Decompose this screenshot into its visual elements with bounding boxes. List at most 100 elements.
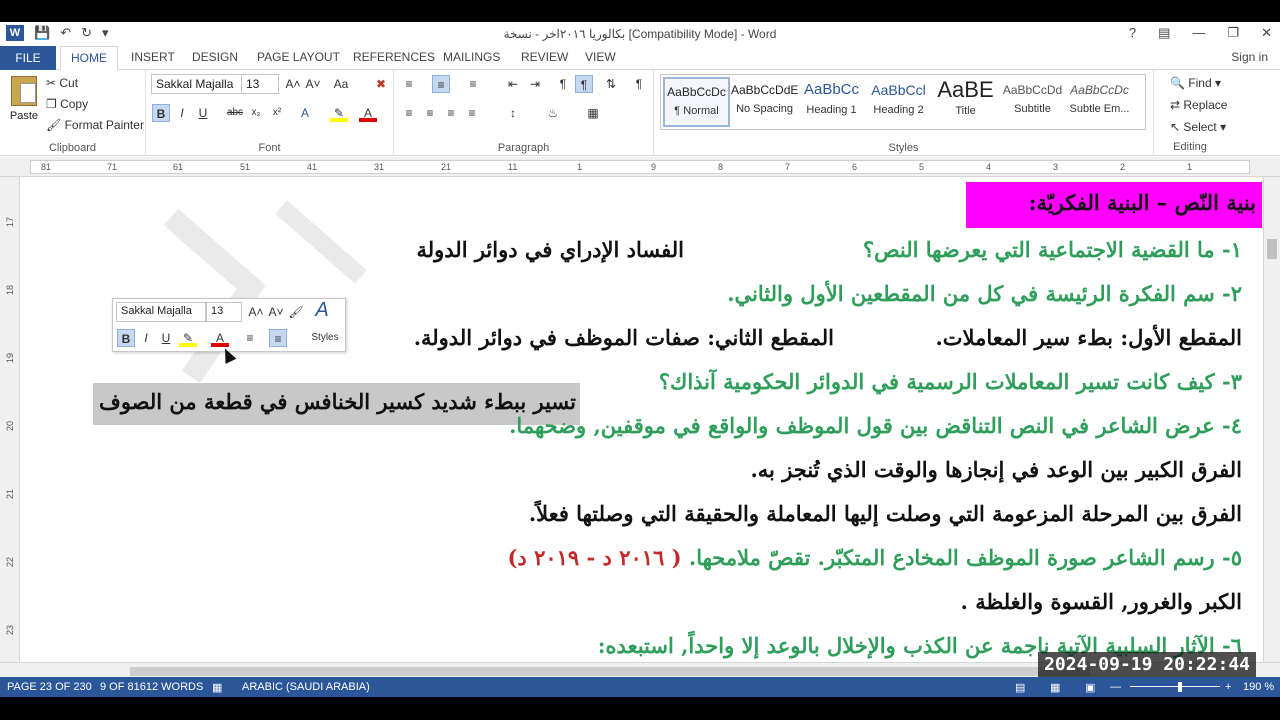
superscript-icon[interactable]: x² bbox=[268, 104, 286, 122]
question-1: ١- ما القضية الاجتماعية التي يعرضها النص… bbox=[863, 237, 1242, 262]
replace-button[interactable]: ⇄ Replace bbox=[1170, 98, 1227, 112]
numbering-icon[interactable]: ≡ bbox=[432, 75, 450, 93]
print-layout-icon[interactable]: ▦ bbox=[1050, 681, 1060, 694]
zoom-slider-thumb[interactable] bbox=[1178, 682, 1182, 692]
mini-styles-icon[interactable]: A bbox=[313, 300, 331, 320]
style-no-spacing[interactable]: AaBbCcDdE No Spacing bbox=[731, 77, 798, 127]
paste-button[interactable]: Paste bbox=[8, 76, 40, 122]
vertical-scrollbar[interactable] bbox=[1263, 177, 1280, 662]
close-icon[interactable]: ✕ bbox=[1261, 25, 1272, 41]
tab-home[interactable]: HOME bbox=[60, 46, 118, 71]
mini-styles-label[interactable]: Styles bbox=[307, 329, 343, 347]
align-right-icon[interactable]: ≡ bbox=[442, 104, 460, 122]
sign-in-link[interactable]: Sign in bbox=[1231, 50, 1268, 64]
question-4: ٤- عرض الشاعر في النص التناقض بين قول ال… bbox=[509, 413, 1242, 438]
word-window: W 💾 ↶ ↻ ▾ بكالوريا ٢٠١٦اخر - نسخة [Compa… bbox=[0, 22, 1280, 697]
mini-format-painter-icon[interactable]: 🖌 bbox=[287, 303, 305, 321]
zoom-in-icon[interactable]: + bbox=[1225, 681, 1231, 693]
find-button[interactable]: 🔍 Find ▾ bbox=[1170, 76, 1221, 90]
question-3: ٣- كيف كانت تسير المعاملات الرسمية في ال… bbox=[658, 369, 1242, 394]
ruler-track[interactable]: 81 71 61 51 41 31 21 11 1 9 8 7 6 5 4 3 … bbox=[30, 160, 1250, 174]
mini-bullets-icon[interactable]: ≡ bbox=[241, 329, 259, 347]
highlight-icon[interactable]: ✎ bbox=[330, 104, 348, 122]
web-layout-icon[interactable]: ▣ bbox=[1085, 681, 1095, 694]
borders-icon[interactable]: ▦ bbox=[584, 104, 602, 122]
mini-bold-button[interactable]: B bbox=[117, 329, 135, 347]
style-subtitle[interactable]: AaBbCcDd Subtitle bbox=[999, 77, 1066, 127]
line-spacing-icon[interactable]: ↕ bbox=[504, 104, 522, 122]
tab-mailings[interactable]: MAILINGS bbox=[443, 50, 500, 64]
paragraph-label: Paragraph bbox=[497, 142, 550, 154]
mini-shrink-font-icon[interactable]: A˅ bbox=[267, 303, 285, 321]
mini-highlight-icon[interactable]: ✎ bbox=[179, 329, 197, 347]
copy-button[interactable]: ❐ Copy bbox=[46, 97, 88, 111]
mini-font-color-icon[interactable]: A bbox=[211, 329, 229, 347]
cut-button[interactable]: ✂ Cut bbox=[46, 76, 78, 90]
decrease-indent-icon[interactable]: ⇤ bbox=[504, 75, 522, 93]
shading-icon[interactable]: ♨ bbox=[544, 104, 562, 122]
strikethrough-icon[interactable]: abc bbox=[226, 104, 244, 122]
italic-button[interactable]: I bbox=[173, 104, 191, 122]
answer-3-selected[interactable]: تسير ببطء شديد كسير الخنافس في قطعة من ا… bbox=[93, 383, 580, 425]
mini-font-select[interactable]: Sakkal Majalla bbox=[116, 302, 206, 322]
proofing-icon[interactable]: ▦ bbox=[212, 681, 222, 694]
clear-formatting-icon[interactable]: ✖ bbox=[372, 75, 390, 93]
mini-size-select[interactable]: 13 bbox=[206, 302, 242, 322]
tab-review[interactable]: REVIEW bbox=[521, 50, 568, 64]
style-title[interactable]: AaBE Title bbox=[932, 77, 999, 127]
rtl-icon[interactable]: ¶ bbox=[575, 75, 593, 93]
underline-button[interactable]: U bbox=[194, 104, 212, 122]
document-page[interactable]: بنية النّص – البنية الفكريّة: ١- ما القض… bbox=[21, 177, 1262, 662]
text-effects-icon[interactable]: A bbox=[296, 104, 314, 122]
grow-font-icon[interactable]: A˄ bbox=[284, 75, 302, 93]
select-button[interactable]: ↖ Select ▾ bbox=[1170, 120, 1226, 134]
sort-icon[interactable]: ⇅ bbox=[602, 75, 620, 93]
vertical-ruler: 17 18 19 20 21 22 23 bbox=[0, 177, 20, 662]
vertical-scroll-thumb[interactable] bbox=[1267, 239, 1277, 259]
tab-file[interactable]: FILE bbox=[0, 46, 56, 70]
bullets-icon[interactable]: ≡ bbox=[400, 75, 418, 93]
mini-underline-button[interactable]: U bbox=[157, 329, 175, 347]
show-marks-icon[interactable]: ¶ bbox=[630, 75, 648, 93]
style-heading-2[interactable]: AaBbCcl Heading 2 bbox=[865, 77, 932, 127]
increase-indent-icon[interactable]: ⇥ bbox=[526, 75, 544, 93]
zoom-out-icon[interactable]: — bbox=[1110, 681, 1121, 693]
bold-button[interactable]: B bbox=[152, 104, 170, 122]
style-heading-1[interactable]: AaBbCc Heading 1 bbox=[798, 77, 865, 127]
mini-numbering-icon[interactable]: ≡ bbox=[269, 329, 287, 347]
language-indicator[interactable]: ARABIC (SAUDI ARABIA) bbox=[242, 681, 370, 693]
mini-italic-button[interactable]: I bbox=[137, 329, 155, 347]
font-size-select[interactable]: 13 bbox=[241, 74, 279, 94]
zoom-level[interactable]: 190 % bbox=[1243, 681, 1274, 693]
ribbon-display-icon[interactable]: ▤ bbox=[1158, 25, 1170, 41]
help-icon[interactable]: ? bbox=[1129, 25, 1136, 41]
justify-icon[interactable]: ≡ bbox=[463, 104, 481, 122]
mini-grow-font-icon[interactable]: A˄ bbox=[247, 303, 265, 321]
horizontal-scroll-thumb[interactable] bbox=[130, 667, 1090, 676]
font-name-select[interactable]: Sakkal Majalla bbox=[151, 74, 243, 94]
tab-insert[interactable]: INSERT bbox=[131, 50, 175, 64]
tab-page-layout[interactable]: PAGE LAYOUT bbox=[257, 50, 340, 64]
word-count[interactable]: 9 OF 81612 WORDS bbox=[100, 681, 203, 693]
read-mode-icon[interactable]: ▤ bbox=[1015, 681, 1025, 694]
style-subtle-emphasis[interactable]: AaBbCcDc Subtle Em... bbox=[1066, 77, 1133, 127]
tab-references[interactable]: REFERENCES bbox=[353, 50, 435, 64]
page-count[interactable]: PAGE 23 OF 230 bbox=[7, 681, 92, 693]
change-case-button[interactable]: Aa bbox=[329, 75, 353, 93]
tab-view[interactable]: VIEW bbox=[585, 50, 616, 64]
ltr-icon[interactable]: ¶ bbox=[554, 75, 572, 93]
restore-icon[interactable]: ❐ bbox=[1227, 25, 1239, 41]
font-color-icon[interactable]: A bbox=[359, 104, 377, 122]
shrink-font-icon[interactable]: A˅ bbox=[304, 75, 322, 93]
style-normal[interactable]: AaBbCcDc ¶ Normal bbox=[663, 77, 730, 127]
subscript-icon[interactable]: x₂ bbox=[247, 104, 265, 122]
mini-toolbar: Sakkal Majalla 13 A˄ A˅ 🖌 A B I U ✎ A ≡ … bbox=[112, 298, 346, 352]
align-left-icon[interactable]: ≡ bbox=[400, 104, 418, 122]
align-center-icon[interactable]: ≡ bbox=[421, 104, 439, 122]
multilevel-list-icon[interactable]: ≡ bbox=[464, 75, 482, 93]
format-painter-button[interactable]: 🖌 Format Painter bbox=[46, 118, 144, 132]
zoom-slider[interactable] bbox=[1130, 686, 1220, 687]
tab-design[interactable]: DESIGN bbox=[192, 50, 238, 64]
minimize-icon[interactable]: — bbox=[1192, 25, 1205, 41]
question-2: ٢- سم الفكرة الرئيسة في كل من المقطعين ا… bbox=[727, 281, 1242, 306]
